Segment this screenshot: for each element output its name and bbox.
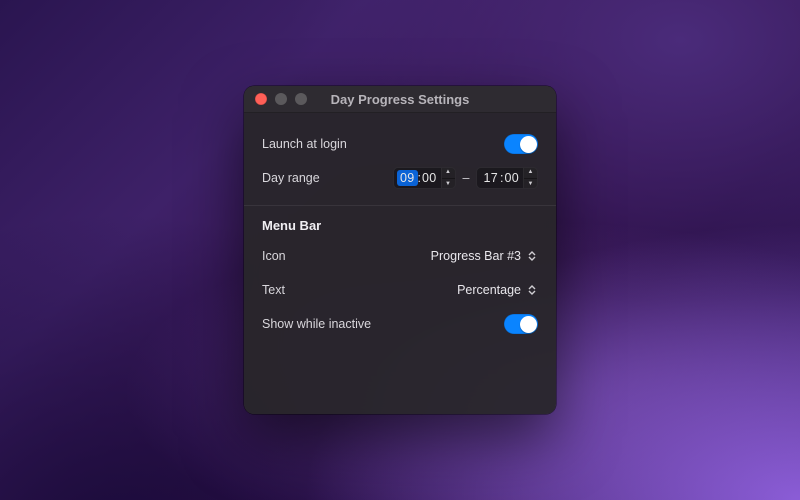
range-separator: –	[463, 171, 470, 185]
day-range-row: Day range 09:00 ▲ ▼ – 17:00 ▲ ▼	[262, 161, 538, 195]
day-range-controls: 09:00 ▲ ▼ – 17:00 ▲ ▼	[393, 167, 538, 189]
toggle-knob	[520, 136, 537, 153]
start-minute[interactable]: 00	[421, 171, 441, 185]
settings-content: Launch at login Day range 09:00 ▲ ▼ – 17…	[244, 113, 556, 357]
menu-bar-section-title: Menu Bar	[262, 214, 538, 239]
toggle-knob	[520, 316, 537, 333]
icon-select-value: Progress Bar #3	[431, 249, 521, 263]
icon-label: Icon	[262, 249, 286, 263]
start-hour[interactable]: 09	[397, 170, 418, 186]
minimize-icon[interactable]	[275, 93, 287, 105]
icon-select[interactable]: Progress Bar #3	[431, 248, 538, 264]
start-time-stepper[interactable]: ▲ ▼	[441, 167, 455, 189]
end-time-stepper[interactable]: ▲ ▼	[523, 167, 537, 189]
text-select-value: Percentage	[457, 283, 521, 297]
traffic-lights	[244, 93, 307, 105]
titlebar[interactable]: Day Progress Settings	[244, 86, 556, 113]
settings-window: Day Progress Settings Launch at login Da…	[244, 86, 556, 414]
end-minute[interactable]: 00	[503, 171, 523, 185]
text-row: Text Percentage	[262, 273, 538, 307]
launch-at-login-toggle[interactable]	[504, 134, 538, 154]
chevron-down-icon[interactable]: ▼	[442, 179, 455, 190]
start-time-input[interactable]: 09:00 ▲ ▼	[393, 167, 456, 189]
text-select[interactable]: Percentage	[457, 282, 538, 298]
divider	[244, 205, 556, 206]
maximize-icon[interactable]	[295, 93, 307, 105]
show-while-inactive-toggle[interactable]	[504, 314, 538, 334]
chevron-down-icon[interactable]: ▼	[524, 179, 537, 190]
end-hour[interactable]: 17	[477, 171, 500, 185]
close-icon[interactable]	[255, 93, 267, 105]
icon-row: Icon Progress Bar #3	[262, 239, 538, 273]
updown-icon	[526, 282, 538, 298]
launch-at-login-row: Launch at login	[262, 127, 538, 161]
chevron-up-icon[interactable]: ▲	[442, 167, 455, 179]
launch-at-login-label: Launch at login	[262, 137, 347, 151]
chevron-up-icon[interactable]: ▲	[524, 167, 537, 179]
text-label: Text	[262, 283, 285, 297]
show-while-inactive-row: Show while inactive	[262, 307, 538, 341]
end-time-input[interactable]: 17:00 ▲ ▼	[476, 167, 538, 189]
day-range-label: Day range	[262, 171, 320, 185]
show-while-inactive-label: Show while inactive	[262, 317, 371, 331]
updown-icon	[526, 248, 538, 264]
